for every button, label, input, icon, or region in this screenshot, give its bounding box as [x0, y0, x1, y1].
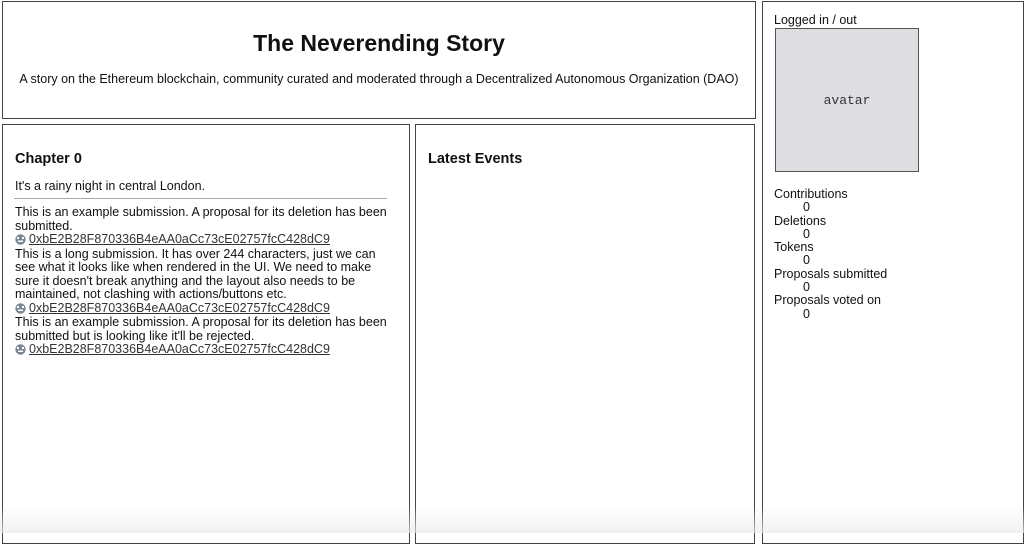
stat-label: Proposals voted on	[774, 293, 882, 308]
stat-label: Deletions	[774, 213, 827, 228]
identicon-icon	[15, 234, 26, 245]
author-address-link[interactable]: 0xbE2B28F870336B4eAA0aCc73cE02757fcC428d…	[29, 232, 330, 247]
submission-text: This is an example submission. A proposa…	[15, 315, 387, 343]
header-panel: The Neverending Story A story on the Eth…	[2, 1, 756, 119]
stats-list: Contributions 0 Deletions 0 Tokens 0 Proposals…	[774, 187, 888, 321]
chapter-title: Chapter 0	[15, 151, 82, 167]
stat-value: 0	[803, 306, 810, 321]
submission-text: This is an example submission. A proposa…	[15, 205, 387, 233]
author-address-link[interactable]: 0xbE2B28F870336B4eAA0aCc73cE02757fcC428d…	[29, 342, 330, 357]
submission-author: 0xbE2B28F870336B4eAA0aCc73cE02757fcC428d…	[15, 232, 387, 247]
stat-value: 0	[803, 226, 810, 241]
events-title: Latest Events	[428, 151, 523, 167]
chapter-intro: It's a rainy night in central London.	[15, 179, 206, 193]
stat-value: 0	[803, 253, 810, 268]
submission-list: This is an example submission. A proposa…	[15, 205, 387, 358]
submission-text: This is a long submission. It has over 2…	[15, 246, 376, 301]
stat-label: Tokens	[774, 240, 814, 255]
stat-label: Contributions	[774, 187, 848, 201]
stat-value: 0	[803, 200, 810, 215]
page-subtitle: A story on the Ethereum blockchain, comm…	[19, 72, 739, 86]
divider	[14, 198, 387, 199]
identicon-icon	[15, 344, 26, 355]
identicon-icon	[15, 303, 26, 314]
story-panel: Chapter 0 It's a rainy night in central …	[2, 124, 410, 544]
submission-author: 0xbE2B28F870336B4eAA0aCc73cE02757fcC428d…	[15, 301, 387, 316]
events-panel: Latest Events	[415, 124, 755, 544]
stat-value: 0	[803, 280, 810, 295]
submission-author: 0xbE2B28F870336B4eAA0aCc73cE02757fcC428d…	[15, 342, 387, 357]
avatar: avatar	[775, 28, 919, 172]
page-title: The Neverending Story	[253, 30, 505, 56]
login-status[interactable]: Logged in / out	[774, 13, 857, 27]
author-address-link[interactable]: 0xbE2B28F870336B4eAA0aCc73cE02757fcC428d…	[29, 301, 330, 316]
stat-label: Proposals submitted	[774, 266, 888, 281]
profile-panel: Logged in / out avatar Contributions 0 Del…	[762, 1, 1024, 544]
